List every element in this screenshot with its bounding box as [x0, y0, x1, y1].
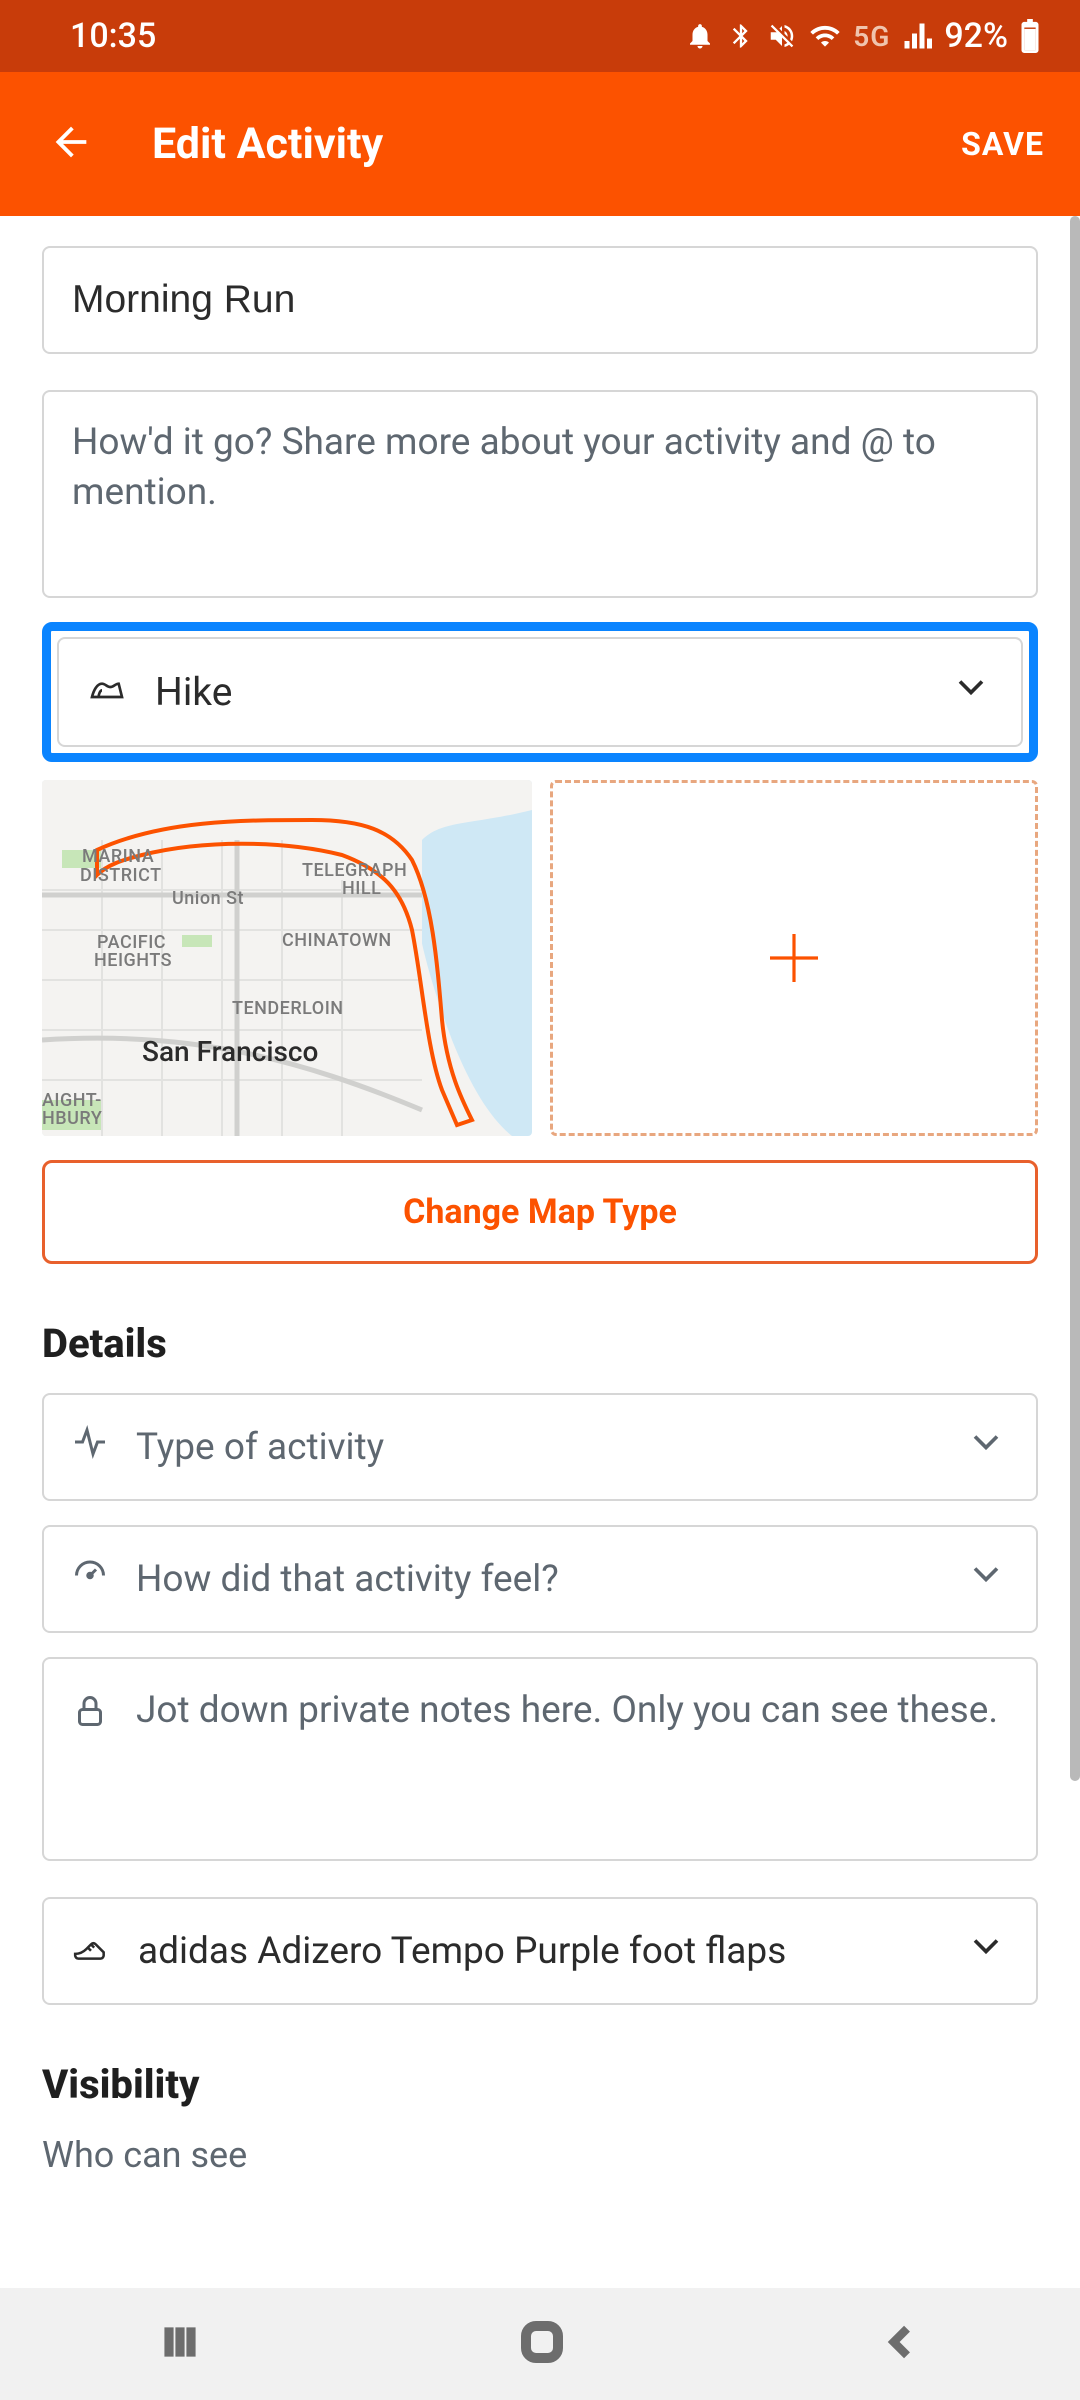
private-notes-input[interactable]: Jot down private notes here. Only you ca… [42, 1657, 1038, 1861]
map-thumbnail[interactable]: MARINA DISTRICT TELEGRAPH HILL Union St … [42, 780, 532, 1136]
activity-pulse-icon [72, 1424, 108, 1470]
map-city-label: San Francisco [142, 1035, 318, 1068]
shoe-icon [72, 1927, 110, 1975]
mute-icon [767, 21, 797, 51]
scrollbar[interactable] [1070, 216, 1080, 1781]
activity-type-highlight: Hike [42, 622, 1038, 762]
page-title: Edit Activity [152, 119, 383, 169]
map-label: DISTRICT [80, 865, 162, 886]
private-notes-placeholder: Jot down private notes here. Only you ca… [136, 1689, 1008, 1732]
wifi-icon [809, 20, 841, 52]
chevron-down-icon [964, 1552, 1008, 1606]
map-label: HILL [342, 878, 381, 899]
details-heading: Details [42, 1320, 1038, 1367]
activity-title-input[interactable] [42, 246, 1038, 354]
activity-type-label: Hike [155, 669, 921, 715]
who-can-see-label: Who can see [42, 2134, 1038, 2176]
battery-icon [1020, 19, 1040, 53]
chevron-down-icon [964, 1420, 1008, 1474]
activity-description-input[interactable]: How'd it go? Share more about your activ… [42, 390, 1038, 598]
network-type-label: 5G [853, 20, 890, 53]
content-scroll[interactable]: How'd it go? Share more about your activ… [0, 216, 1080, 2288]
add-photo-button[interactable] [550, 780, 1038, 1136]
map-label: MARINA [82, 846, 154, 867]
visibility-heading: Visibility [42, 2061, 1038, 2108]
map-label: Union St [172, 888, 244, 909]
signal-icon [902, 21, 932, 51]
status-bar: 10:35 5G 92% [0, 0, 1080, 72]
alarm-icon [685, 21, 715, 51]
status-time: 10:35 [70, 16, 156, 56]
chevron-down-icon [964, 1924, 1008, 1978]
map-label: HEIGHTS [94, 950, 172, 971]
lock-icon [72, 1693, 108, 1739]
gauge-icon [72, 1556, 108, 1602]
type-of-activity-selector[interactable]: Type of activity [42, 1393, 1038, 1501]
back-nav-button[interactable] [882, 2322, 922, 2366]
gear-label: adidas Adizero Tempo Purple foot flaps [138, 1930, 936, 1973]
map-label: HBURY [42, 1108, 102, 1129]
perceived-exertion-selector[interactable]: How did that activity feel? [42, 1525, 1038, 1633]
map-label: CHINATOWN [282, 930, 392, 951]
bluetooth-icon [727, 22, 755, 50]
type-of-activity-label: Type of activity [136, 1426, 936, 1469]
back-button[interactable] [48, 119, 94, 169]
hike-icon [87, 667, 127, 717]
recents-button[interactable] [158, 2320, 202, 2368]
system-nav-bar [0, 2288, 1080, 2400]
save-button[interactable]: SAVE [961, 125, 1044, 163]
gear-selector[interactable]: adidas Adizero Tempo Purple foot flaps [42, 1897, 1038, 2005]
map-label: TENDERLOIN [232, 998, 344, 1019]
app-header: Edit Activity SAVE [0, 72, 1080, 216]
activity-type-selector[interactable]: Hike [57, 637, 1023, 747]
change-map-type-button[interactable]: Change Map Type [42, 1160, 1038, 1264]
battery-pct-label: 92% [944, 16, 1008, 56]
perceived-exertion-label: How did that activity feel? [136, 1558, 936, 1601]
chevron-down-icon [949, 665, 993, 719]
home-button[interactable] [518, 2318, 566, 2370]
